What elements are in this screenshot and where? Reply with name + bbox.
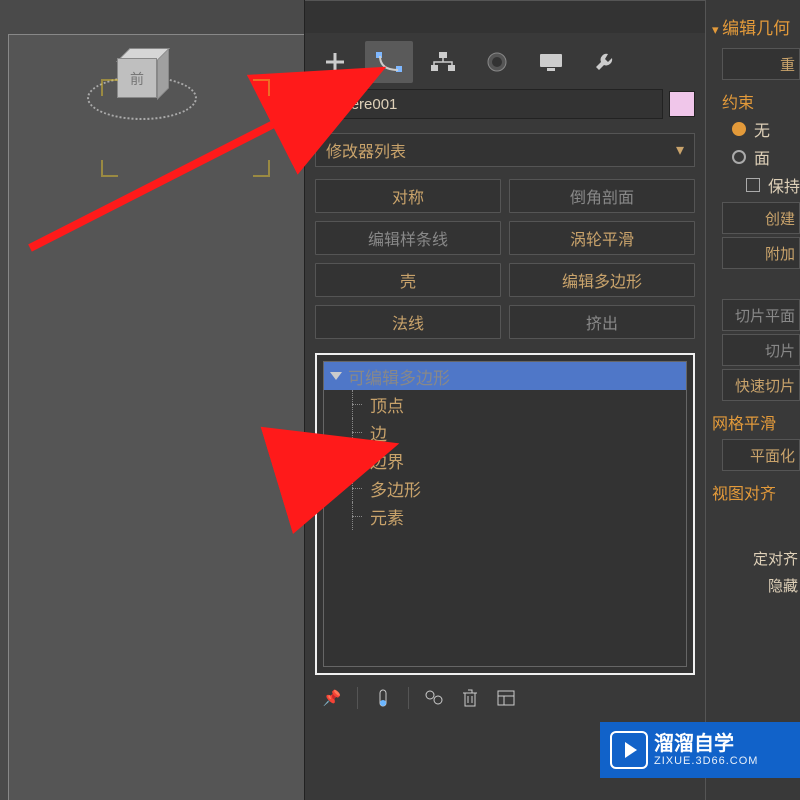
modifier-button[interactable]: 壳: [315, 263, 501, 297]
command-panel-tabs: [305, 33, 705, 87]
constraint-label: 约束: [708, 83, 800, 115]
tab-create[interactable]: [311, 41, 359, 83]
vial-icon[interactable]: [372, 687, 394, 709]
fragment-2: 隐藏: [708, 575, 800, 596]
play-icon: [610, 731, 648, 769]
stack-subobject[interactable]: 边界: [324, 446, 686, 474]
object-name-input[interactable]: [315, 89, 663, 119]
view-align-label: 视图对齐: [708, 474, 800, 506]
modifier-button[interactable]: 挤出: [509, 305, 695, 339]
reset-button[interactable]: 重: [722, 48, 800, 80]
modifier-button[interactable]: 涡轮平滑: [509, 221, 695, 255]
watermark-url: ZIXUE.3D66.COM: [654, 755, 758, 767]
stack-subobject[interactable]: 顶点: [324, 390, 686, 418]
modifier-button[interactable]: 法线: [315, 305, 501, 339]
tab-modify[interactable]: [365, 41, 413, 83]
chevron-down-icon: ▾: [676, 140, 684, 160]
watermark: 溜溜自学 ZIXUE.3D66.COM: [600, 722, 800, 778]
modifier-button[interactable]: 倒角剖面: [509, 179, 695, 213]
modifier-button[interactable]: 编辑样条线: [315, 221, 501, 255]
constraint-radio[interactable]: [732, 122, 746, 136]
fragment-1: 定对齐: [708, 548, 800, 569]
stack-root[interactable]: 可编辑多边形: [324, 362, 686, 390]
attach-button[interactable]: 附加: [722, 237, 800, 269]
config-icon[interactable]: [423, 687, 445, 709]
constraint-option-label: 面: [754, 145, 770, 169]
pin-icon[interactable]: 📌: [321, 687, 343, 709]
modifier-list-dropdown[interactable]: 修改器列表 ▾: [315, 133, 695, 167]
object-color-swatch[interactable]: [669, 91, 695, 117]
quickslice-button[interactable]: 快速切片: [722, 369, 800, 401]
preserve-checkbox[interactable]: [746, 178, 760, 192]
layout-icon[interactable]: [495, 687, 517, 709]
mesh-smooth-label: 网格平滑: [708, 404, 800, 436]
slice-button[interactable]: 切片: [722, 334, 800, 366]
modifier-button[interactable]: 对称: [315, 179, 501, 213]
viewcube-front[interactable]: [117, 58, 157, 98]
create-button[interactable]: 创建: [722, 202, 800, 234]
preserve-label: 保持: [768, 173, 800, 197]
stack-toolbar: 📌: [315, 685, 695, 711]
viewcube[interactable]: [87, 40, 197, 150]
slice-plane-button[interactable]: 切片平面: [722, 299, 800, 331]
modifier-button[interactable]: 编辑多边形: [509, 263, 695, 297]
modifier-list-label: 修改器列表: [326, 138, 406, 162]
edit-geometry-title: 编辑几何: [708, 8, 800, 45]
tab-hierarchy[interactable]: [419, 41, 467, 83]
modifier-stack[interactable]: 可编辑多边形顶点边边界多边形元素: [315, 353, 695, 675]
tab-display[interactable]: [527, 41, 575, 83]
panel-topbar: [305, 1, 705, 33]
modifier-buttons: 对称倒角剖面编辑样条线涡轮平滑壳编辑多边形法线挤出: [315, 179, 695, 339]
edit-geometry-panel: 编辑几何 重 约束 无面 保持 创建 附加 切片平面 切片 快速切片 网格平滑 …: [705, 0, 800, 800]
trash-icon[interactable]: [459, 687, 481, 709]
constraint-option-label: 无: [754, 117, 770, 141]
stack-subobject[interactable]: 多边形: [324, 474, 686, 502]
constraint-radio[interactable]: [732, 150, 746, 164]
tab-motion[interactable]: [473, 41, 521, 83]
planarize-button[interactable]: 平面化: [722, 439, 800, 471]
stack-subobject[interactable]: 边: [324, 418, 686, 446]
tab-utilities[interactable]: [581, 41, 629, 83]
viewport[interactable]: [0, 0, 305, 800]
watermark-title: 溜溜自学: [654, 733, 758, 755]
stack-subobject[interactable]: 元素: [324, 502, 686, 530]
